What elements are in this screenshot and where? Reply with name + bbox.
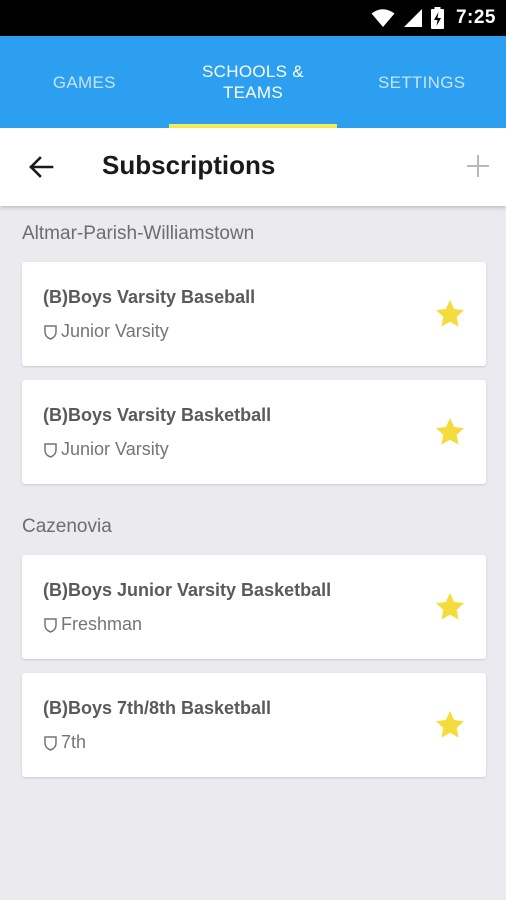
shield-icon	[44, 735, 57, 751]
shield-icon	[44, 442, 57, 458]
cell-signal-icon	[403, 9, 422, 27]
team-card[interactable]: (B)Boys Varsity Basketball Junior Varsit…	[22, 380, 486, 484]
team-level-label: Junior Varsity	[61, 321, 169, 341]
page-title: Subscriptions	[102, 150, 276, 180]
team-name: (B)Boys Junior Varsity Basketball	[43, 580, 332, 600]
battery-charging-icon	[430, 7, 444, 29]
tab-schools-teams[interactable]: SCHOOLS & TEAMS	[168, 36, 338, 128]
app-toolbar: Subscriptions	[0, 128, 506, 206]
star-icon[interactable]	[434, 416, 466, 448]
team-level: Freshman	[43, 614, 142, 635]
tab-settings[interactable]: SETTINGS	[337, 36, 506, 128]
star-icon[interactable]	[434, 709, 466, 741]
team-name: (B)Boys 7th/8th Basketball	[43, 698, 272, 718]
team-level-label: Freshman	[61, 614, 143, 634]
tab-games[interactable]: GAMES	[0, 36, 169, 128]
star-icon[interactable]	[434, 298, 466, 330]
team-level-label: Junior Varsity	[61, 439, 169, 459]
status-icons: 7:25	[371, 0, 496, 36]
team-level: 7th	[43, 732, 86, 753]
star-icon[interactable]	[434, 591, 466, 623]
status-time: 7:25	[455, 7, 496, 28]
school-header: Altmar-Parish-Williamstown	[22, 223, 255, 244]
team-card[interactable]: (B)Boys 7th/8th Basketball 7th	[22, 673, 486, 777]
tab-settings-label: SETTINGS	[377, 72, 466, 92]
status-bar: 7:25	[0, 0, 506, 36]
arrow-left-icon	[29, 156, 54, 178]
team-name: (B)Boys Varsity Baseball	[43, 287, 256, 307]
wifi-icon	[371, 9, 395, 27]
tab-games-label: GAMES	[52, 72, 116, 92]
add-subscription-button[interactable]	[460, 148, 496, 184]
plus-icon	[467, 155, 489, 177]
team-level: Junior Varsity	[43, 321, 169, 342]
team-level: Junior Varsity	[43, 439, 169, 460]
team-card[interactable]: (B)Boys Junior Varsity Basketball Freshm…	[22, 555, 486, 659]
team-card[interactable]: (B)Boys Varsity Baseball Junior Varsity	[22, 262, 486, 366]
top-tab-bar: GAMES SCHOOLS & TEAMS SETTINGS	[0, 36, 506, 128]
team-name: (B)Boys Varsity Basketball	[43, 405, 272, 425]
team-level-label: 7th	[61, 732, 87, 752]
shield-icon	[44, 324, 57, 340]
shield-icon	[44, 617, 57, 633]
tab-schools-teams-label: SCHOOLS & TEAMS	[202, 62, 304, 102]
school-header: Cazenovia	[22, 516, 112, 537]
back-button[interactable]	[22, 148, 60, 186]
